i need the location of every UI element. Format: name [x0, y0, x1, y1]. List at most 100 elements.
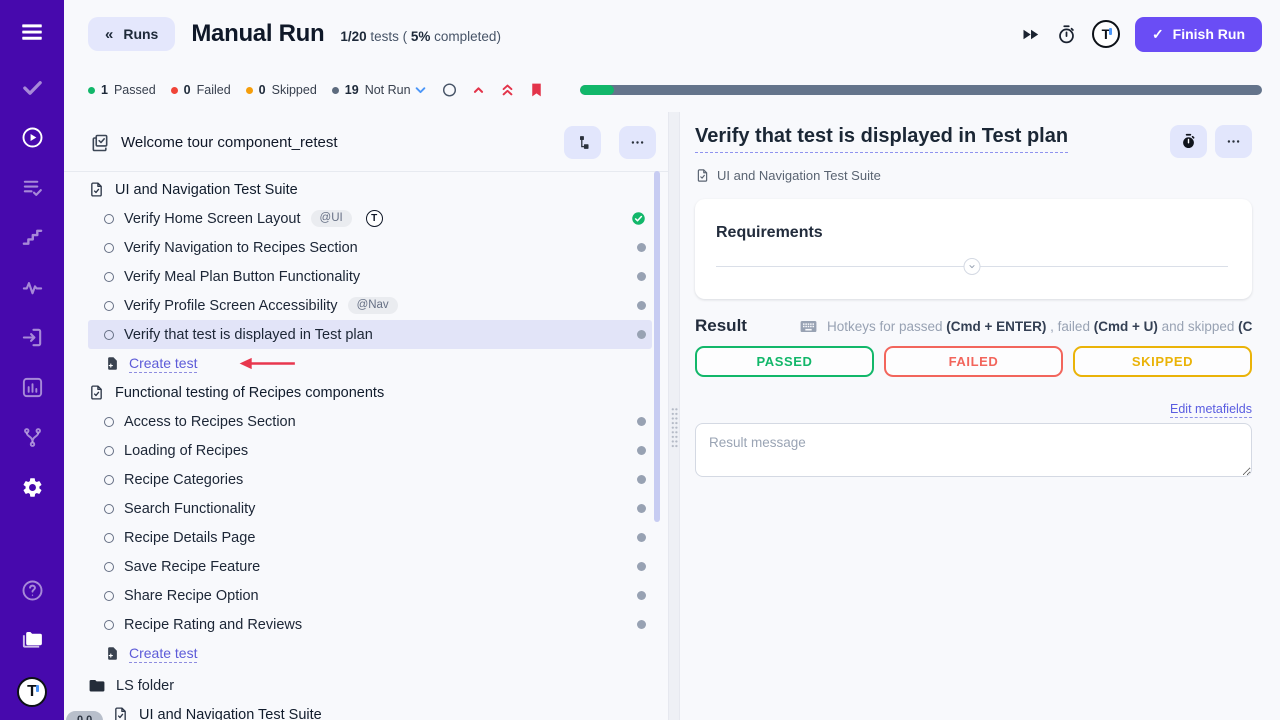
- chevron-up-red-icon[interactable]: [470, 82, 487, 99]
- sidebar-item-check[interactable]: [21, 76, 44, 99]
- breadcrumb[interactable]: UI and Navigation Test Suite: [695, 168, 1252, 183]
- test-circle-icon[interactable]: [104, 620, 114, 630]
- tree-suite[interactable]: Functional testing of Recipes components: [88, 378, 652, 407]
- expand-requirements-button[interactable]: [964, 258, 981, 275]
- test-circle-icon[interactable]: [104, 562, 114, 572]
- tree-test[interactable]: Recipe Categories: [88, 465, 652, 494]
- tree-view-button[interactable]: [564, 126, 601, 159]
- double-chevron-left-icon: «: [105, 27, 113, 42]
- menu-button[interactable]: [19, 19, 45, 45]
- tree-list: UI and Navigation Test SuiteVerify Home …: [64, 172, 668, 720]
- sidebar-item-branch[interactable]: [21, 426, 44, 449]
- sidebar-item-play-circle[interactable]: [21, 126, 44, 149]
- test-tree-panel: Welcome tour component_retest UI and Nav…: [64, 112, 668, 720]
- sidebar-item-steps[interactable]: [21, 226, 44, 249]
- help-icon: [21, 579, 44, 602]
- import-icon: [21, 326, 44, 349]
- tag-badge[interactable]: @Nav: [348, 297, 398, 315]
- test-circle-icon[interactable]: [104, 417, 114, 427]
- status-notrun-icon: [637, 475, 646, 484]
- stopwatch-icon[interactable]: [1056, 24, 1077, 45]
- content-split: Welcome tour component_retest UI and Nav…: [64, 112, 1280, 720]
- create-test-row: Create test: [88, 639, 652, 668]
- result-passed-button[interactable]: PASSED: [695, 346, 874, 377]
- tree-scrollbar[interactable]: [654, 171, 660, 522]
- test-timer-button[interactable]: [1170, 125, 1207, 158]
- chevrons-up-red-icon[interactable]: [499, 82, 516, 99]
- create-test-row: Create test: [88, 349, 652, 378]
- counter-passed: 1Passed: [88, 83, 156, 97]
- status-passed-icon: [631, 211, 646, 226]
- page-title: Manual Run: [191, 20, 324, 48]
- tree-test[interactable]: Share Recipe Option: [88, 581, 652, 610]
- test-circle-icon[interactable]: [104, 475, 114, 485]
- test-circle-icon[interactable]: [104, 243, 114, 253]
- tree-test[interactable]: Search Functionality: [88, 494, 652, 523]
- tree-test[interactable]: Verify Navigation to Recipes Section: [88, 233, 652, 262]
- counter-not-run: 19Not Run: [332, 83, 411, 97]
- counter-failed: 0Failed: [171, 83, 231, 97]
- tree-test[interactable]: Verify Profile Screen Accessibility@Nav: [88, 291, 652, 320]
- circle-outline-icon[interactable]: [441, 82, 458, 99]
- tree-test[interactable]: Verify Meal Plan Button Functionality: [88, 262, 652, 291]
- sidebar-item-list-check[interactable]: [21, 176, 44, 199]
- drag-count-badge: 0.0: [66, 711, 103, 720]
- result-message-input[interactable]: [695, 423, 1252, 477]
- status-dot-icon: [171, 87, 178, 94]
- tree-test[interactable]: Verify that test is displayed in Test pl…: [88, 320, 652, 349]
- test-circle-icon[interactable]: [104, 533, 114, 543]
- result-failed-button[interactable]: FAILED: [884, 346, 1063, 377]
- tree-test[interactable]: Loading of Recipes: [88, 436, 652, 465]
- create-test-link[interactable]: Create test: [129, 355, 197, 373]
- check-icon: [21, 76, 44, 99]
- sidebar-item-files[interactable]: [21, 628, 44, 651]
- finish-run-button[interactable]: ✓ Finish Run: [1135, 17, 1262, 52]
- test-circle-icon[interactable]: [104, 214, 114, 224]
- sidebar-item-bar-chart[interactable]: [21, 376, 44, 399]
- test-title[interactable]: Verify that test is displayed in Test pl…: [695, 125, 1068, 153]
- tree-test[interactable]: Recipe Details Page: [88, 523, 652, 552]
- result-section-header: Result Hotkeys for passed (Cmd + ENTER) …: [695, 316, 1252, 336]
- breadcrumb-label: UI and Navigation Test Suite: [717, 168, 881, 183]
- test-circle-icon[interactable]: [104, 301, 114, 311]
- test-circle-icon[interactable]: [104, 446, 114, 456]
- tree-test[interactable]: Recipe Rating and Reviews: [88, 610, 652, 639]
- tree-test[interactable]: Save Recipe Feature: [88, 552, 652, 581]
- test-detail-panel: Verify that test is displayed in Test pl…: [680, 112, 1280, 720]
- sidebar-item-logo[interactable]: T: [17, 677, 47, 707]
- sidebar-item-settings[interactable]: [21, 476, 44, 499]
- create-test-link[interactable]: Create test: [129, 645, 197, 663]
- back-to-runs-button[interactable]: « Runs: [88, 17, 175, 51]
- test-circle-icon[interactable]: [104, 330, 114, 340]
- bar-chart-icon: [21, 376, 44, 399]
- sidebar-item-import[interactable]: [21, 326, 44, 349]
- panel-splitter[interactable]: [668, 112, 680, 720]
- tree-suite[interactable]: UI and Navigation Test Suite: [88, 175, 652, 204]
- edit-metafields-link[interactable]: Edit metafields: [1170, 402, 1252, 418]
- status-dot-icon: [332, 87, 339, 94]
- sidebar-item-activity[interactable]: [21, 276, 44, 299]
- test-circle-icon[interactable]: [104, 504, 114, 514]
- test-circle-icon[interactable]: [104, 272, 114, 282]
- chevron-down-blue-icon[interactable]: [412, 82, 429, 99]
- folder-icon: [88, 677, 106, 695]
- annotation-arrow-icon: [236, 357, 298, 370]
- tree-suite[interactable]: 0.0UI and Navigation Test Suite: [88, 700, 652, 720]
- test-circle-icon[interactable]: [104, 591, 114, 601]
- tree-more-button[interactable]: [619, 126, 656, 159]
- list-check-icon: [21, 176, 44, 199]
- test-more-button[interactable]: [1215, 125, 1252, 158]
- tree-test[interactable]: Verify Home Screen Layout@UIT: [88, 204, 652, 233]
- result-skipped-button[interactable]: SKIPPED: [1073, 346, 1252, 377]
- status-notrun-icon: [637, 620, 646, 629]
- fast-forward-icon[interactable]: [1020, 24, 1041, 45]
- bookmark-red-icon[interactable]: [528, 82, 545, 99]
- sidebar-item-help[interactable]: [21, 579, 44, 602]
- suite-doc-icon: [88, 384, 105, 401]
- run-title: Welcome tour component_retest: [121, 134, 553, 151]
- tag-badge[interactable]: @UI: [311, 210, 352, 228]
- tree-folder[interactable]: LS folder: [88, 671, 652, 700]
- app-logo[interactable]: T: [1092, 20, 1120, 48]
- tree-test[interactable]: Access to Recipes Section: [88, 407, 652, 436]
- metafields-row: Edit metafields: [695, 400, 1252, 418]
